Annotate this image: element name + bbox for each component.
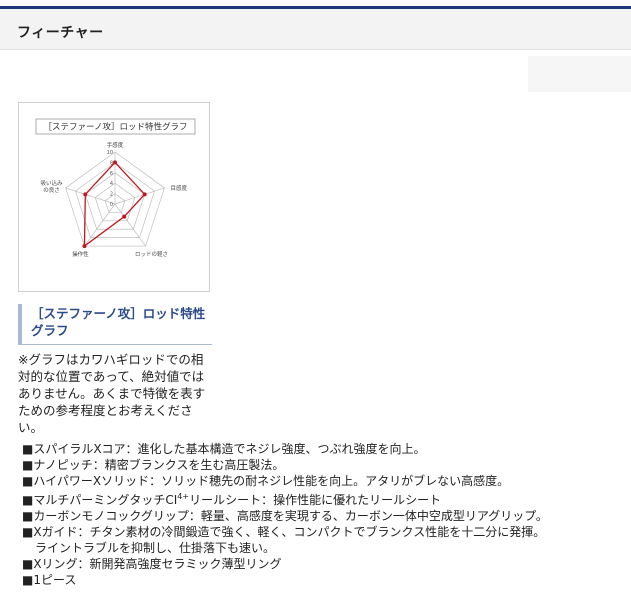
axis-label-rod-lightness: ロッドの軽さ (135, 250, 168, 258)
axis-label-eye-sensitivity: 目感度 (170, 184, 187, 192)
feature-item: ■ナノピッチ：精密ブランクスを生む高圧製法。 (22, 458, 285, 472)
feature-item: ■Xガイド：チタン素材の冷間鍛造で強く、軽く、コンパクトでブランクス性能を十二分… (22, 525, 546, 539)
radar-point (122, 214, 127, 219)
radar-point (82, 244, 87, 249)
feature-item: ■ハイパワーXソリッド：ソリッド穂先の耐ネジレ性能を向上。アタリがブレない高感度… (22, 474, 510, 488)
page: フィーチャー ［ステファーノ攻］ロッド特性グラフ 10 8 6 4 2 0 手感度 目感度… (0, 0, 631, 593)
chart-caption: ［ステファーノ攻］ロッド特性グラフ (18, 304, 212, 345)
feature-item: ■1ピース (22, 573, 77, 587)
radar-web (65, 151, 165, 247)
radar-tick-label: 10 (107, 150, 113, 156)
radar-point (142, 192, 147, 197)
axis-label-absorption: 吸い込みの良さ (41, 179, 64, 194)
radar-tick-label: 6 (110, 171, 113, 177)
radar-tick-label: 2 (110, 192, 113, 198)
feature-item: ■マルチパーミングタッチCI4+リールシート：操作性能に優れたリールシート (22, 492, 622, 508)
feature-list: ■スパイラルXコア：進化した基本構造でネジレ強度、つぶれ強度を向上。 ■ナノピッ… (22, 441, 622, 588)
chart-note: ※グラフはカワハギロッドでの相対的な位置であって、絶対値ではありません。あくまで… (18, 352, 206, 435)
chart-caption-text: ［ステファーノ攻］ロッド特性グラフ (31, 306, 206, 338)
feature-item: ■Xリング：新開発高強度セラミック薄型リング (22, 557, 282, 571)
radar-tick-label: 4 (110, 181, 113, 187)
radar-point (83, 192, 88, 197)
section-header: フィーチャー (0, 9, 631, 50)
feature-item-text: リールシート：操作性能に優れたリールシート (189, 493, 442, 507)
section-title: フィーチャー (17, 25, 104, 41)
radar-chart: ［ステファーノ攻］ロッド特性グラフ 1086420 手感度 目感度 ロッドの軽さ… (35, 118, 196, 258)
feature-item-text: ■マルチパーミングタッチCI (22, 493, 178, 507)
radar-point (113, 160, 117, 165)
feature-item-continued: ライントラブルを抑制し、仕掛落下も速い。 (35, 541, 276, 555)
axis-label-hand-sensitivity: 手感度 (107, 141, 124, 149)
feature-item: ■スパイラルXコア：進化した基本構造でネジレ強度、つぶれ強度を向上。 (22, 442, 426, 456)
radar-chart-figure: ［ステファーノ攻］ロッド特性グラフ 10 8 6 4 2 0 手感度 目感度 ロッドの軽さ… (18, 102, 210, 292)
placeholder-box (528, 56, 631, 92)
radar-tick-label: 0 (110, 202, 113, 208)
feature-item-sup: 4+ (177, 492, 190, 501)
radar-title: ［ステファーノ攻］ロッド特性グラフ (44, 122, 188, 133)
axis-label-operability: 操作性 (72, 250, 89, 258)
feature-item: ■カーボンモノコックグリップ：軽量、高感度を実現する、カーボン一体中空成型リアグ… (22, 509, 548, 523)
